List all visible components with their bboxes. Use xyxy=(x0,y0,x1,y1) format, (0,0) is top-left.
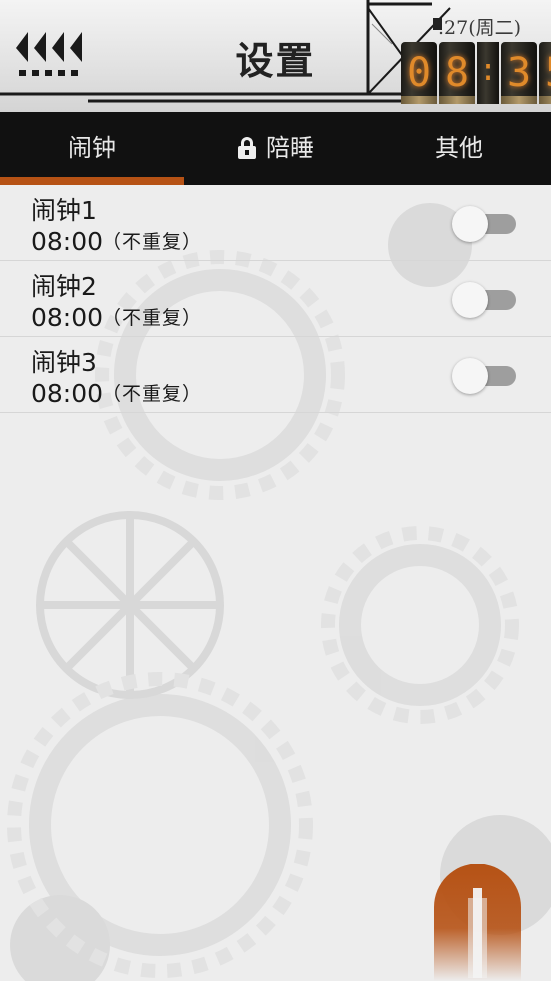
tab-other[interactable]: 其他 xyxy=(367,112,551,185)
alarm-item[interactable]: 闹钟2 08:00 （不重复） xyxy=(0,261,551,337)
date-label: .27(周二) xyxy=(438,17,522,39)
tab-sleep-companion[interactable]: 陪睡 xyxy=(184,112,368,185)
tab-sleep-companion-label: 陪睡 xyxy=(266,134,314,162)
alarm-name: 闹钟2 xyxy=(31,272,97,301)
alarm-toggle[interactable] xyxy=(452,281,518,318)
toggle-thumb xyxy=(452,206,488,242)
alarm-content: 闹钟1 08:00 （不重复） 闹钟2 08:00 （不重复） 闹钟3 08:0… xyxy=(0,185,551,981)
alarm-time: 08:00 xyxy=(31,303,104,332)
alarm-item[interactable]: 闹钟1 08:00 （不重复） xyxy=(0,185,551,261)
alarm-repeat: （不重复） xyxy=(102,307,203,329)
clock-digit-hour-tens: 0 xyxy=(401,42,437,104)
alarm-toggle[interactable] xyxy=(452,357,518,394)
tab-alarm[interactable]: 闹钟 xyxy=(0,112,184,185)
alarm-name: 闹钟3 xyxy=(31,348,97,377)
alarm-time: 08:00 xyxy=(31,379,104,408)
tab-alarm-label: 闹钟 xyxy=(68,134,116,162)
alarm-time: 08:00 xyxy=(31,227,104,256)
tab-bar: 闹钟 陪睡 其他 xyxy=(0,112,551,185)
alarm-repeat: （不重复） xyxy=(102,231,203,253)
tab-other-label: 其他 xyxy=(435,134,483,162)
clock-separator: : xyxy=(477,42,499,104)
header: 设置 .27(周二) 0 8 : 3 5 xyxy=(0,0,551,112)
alarm-name: 闹钟1 xyxy=(31,196,97,225)
alarm-list: 闹钟1 08:00 （不重复） 闹钟2 08:00 （不重复） 闹钟3 08:0… xyxy=(0,185,551,413)
toggle-thumb xyxy=(452,358,488,394)
add-alarm-button[interactable] xyxy=(434,863,521,981)
clock-digit-hour-ones: 8 xyxy=(439,42,475,104)
clock-digit-minute-tens: 3 xyxy=(501,42,537,104)
nixie-clock: 0 8 : 3 5 xyxy=(401,42,551,106)
add-alarm-icon xyxy=(434,863,521,981)
lock-icon xyxy=(238,137,256,159)
alarm-item[interactable]: 闹钟3 08:00 （不重复） xyxy=(0,337,551,413)
alarm-repeat: （不重复） xyxy=(102,383,203,405)
clock-digit-minute-ones: 5 xyxy=(539,42,551,104)
toggle-thumb xyxy=(452,282,488,318)
alarm-toggle[interactable] xyxy=(452,205,518,242)
active-tab-indicator xyxy=(0,177,184,185)
